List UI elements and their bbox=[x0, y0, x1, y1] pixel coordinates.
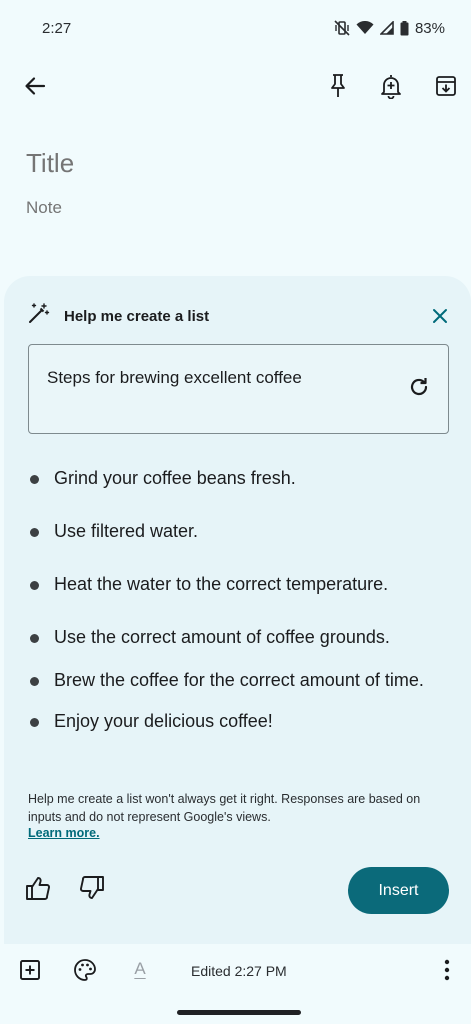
note-body-input[interactable] bbox=[26, 198, 446, 218]
archive-icon bbox=[435, 75, 457, 102]
refresh-icon bbox=[408, 376, 430, 403]
wifi-icon bbox=[356, 21, 374, 35]
prompt-text[interactable]: Steps for brewing excellent coffee bbox=[47, 368, 302, 388]
more-options-button[interactable] bbox=[427, 952, 467, 992]
note-toolbar bbox=[0, 60, 471, 116]
list-item: Use filtered water. bbox=[30, 520, 450, 543]
archive-button[interactable] bbox=[426, 68, 466, 108]
list-item: Use the correct amount of coffee grounds… bbox=[30, 626, 450, 649]
thumbs-down-icon bbox=[79, 875, 105, 906]
edited-timestamp: Edited 2:27 PM bbox=[191, 963, 287, 979]
generated-list: Grind your coffee beans fresh. Use filte… bbox=[30, 462, 450, 733]
magic-wand-icon bbox=[26, 302, 50, 331]
more-vert-icon bbox=[444, 959, 450, 986]
color-palette-button[interactable] bbox=[65, 952, 105, 992]
close-icon bbox=[432, 308, 448, 329]
vibrate-off-icon bbox=[334, 20, 350, 36]
prompt-input-box[interactable]: Steps for brewing excellent coffee bbox=[28, 344, 449, 434]
regenerate-button[interactable] bbox=[399, 369, 439, 409]
sheet-title: Help me create a list bbox=[64, 308, 210, 325]
status-bar: 2:27 83% bbox=[0, 0, 471, 56]
back-arrow-icon bbox=[24, 75, 46, 102]
add-box-icon bbox=[19, 959, 41, 986]
reminder-bell-icon bbox=[380, 73, 402, 104]
reminder-button[interactable] bbox=[371, 68, 411, 108]
list-item: Enjoy your delicious coffee! bbox=[30, 710, 450, 733]
pin-icon bbox=[329, 73, 347, 104]
signal-icon bbox=[379, 21, 394, 35]
back-button[interactable] bbox=[15, 68, 55, 108]
note-title-input[interactable] bbox=[26, 148, 446, 179]
sheet-header: Help me create a list bbox=[26, 302, 209, 331]
pin-button[interactable] bbox=[318, 68, 358, 108]
list-item: Heat the water to the correct temperatur… bbox=[30, 573, 450, 596]
text-format-button[interactable]: A bbox=[120, 952, 160, 992]
battery-icon bbox=[400, 20, 409, 36]
add-content-button[interactable] bbox=[10, 952, 50, 992]
close-sheet-button[interactable] bbox=[420, 298, 460, 338]
thumbs-down-button[interactable] bbox=[72, 870, 112, 910]
list-item: Grind your coffee beans fresh. bbox=[30, 467, 450, 490]
learn-more-link[interactable]: Learn more. bbox=[28, 826, 100, 840]
list-item: Brew the coffee for the correct amount o… bbox=[30, 669, 450, 692]
thumbs-up-button[interactable] bbox=[18, 870, 58, 910]
text-format-icon: A bbox=[134, 959, 146, 978]
status-time: 2:27 bbox=[42, 19, 72, 37]
palette-icon bbox=[73, 958, 97, 987]
status-icons: 83% bbox=[334, 20, 445, 37]
thumbs-up-icon bbox=[25, 875, 51, 906]
insert-button[interactable]: Insert bbox=[348, 867, 449, 914]
disclaimer-text: Help me create a list won't always get i… bbox=[28, 792, 421, 824]
gesture-nav-handle[interactable] bbox=[177, 1010, 301, 1015]
battery-percent: 83% bbox=[414, 19, 445, 37]
